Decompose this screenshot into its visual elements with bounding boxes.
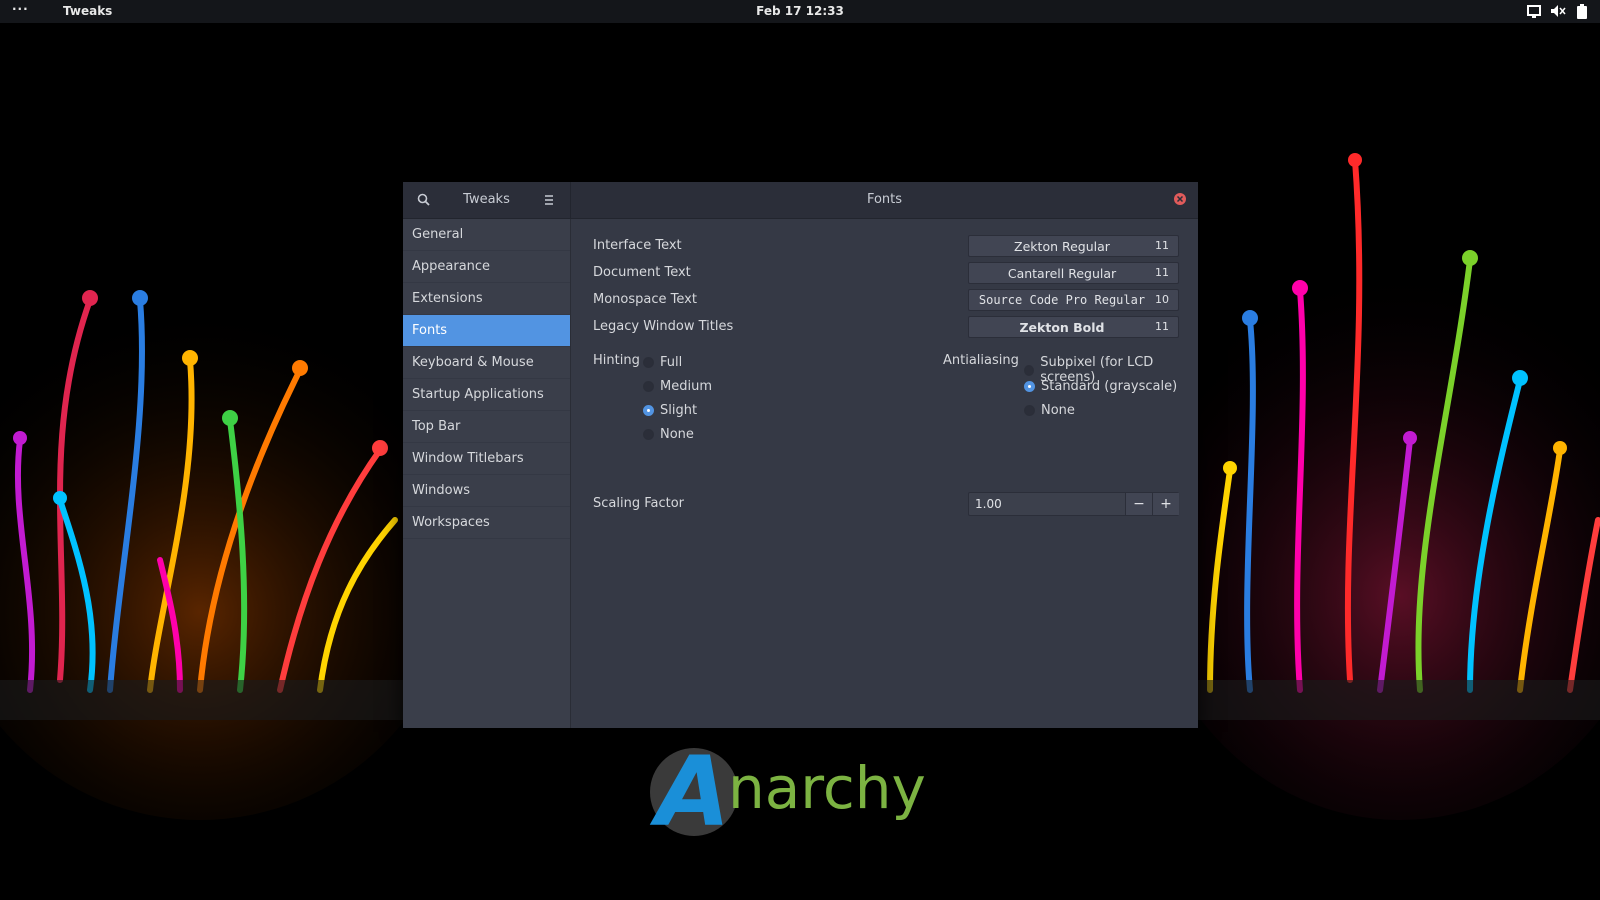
legacy-font-name: Zekton Bold <box>1019 320 1105 335</box>
volume-muted-icon[interactable] <box>1550 3 1566 19</box>
legacy-font-size: 11 <box>1155 320 1169 333</box>
antialiasing-option-label: Standard (grayscale) <box>1041 379 1178 394</box>
panel-title-container: Fonts <box>571 192 1198 207</box>
sidebar-item-extensions[interactable]: Extensions <box>403 283 570 315</box>
monospace-font-name: Source Code Pro Regular <box>978 293 1146 307</box>
app-menu[interactable]: Tweaks <box>63 4 112 18</box>
monospace-font-button[interactable]: Source Code Pro Regular 10 <box>968 289 1179 311</box>
hinting-option-label: Full <box>660 355 683 370</box>
logo-prefix: A <box>649 736 730 848</box>
legacy-window-titles-label: Legacy Window Titles <box>593 319 734 334</box>
system-tray <box>1526 3 1590 19</box>
monospace-text-label: Monospace Text <box>593 292 697 307</box>
monospace-font-size: 10 <box>1155 293 1169 306</box>
hinting-option-label: None <box>660 427 694 442</box>
panel-title: Fonts <box>866 192 903 207</box>
sidebar-item-keyboard-mouse[interactable]: Keyboard & Mouse <box>403 347 570 379</box>
scaling-factor-input[interactable] <box>969 493 1125 515</box>
document-font-button[interactable]: Cantarell Regular 11 <box>968 262 1179 284</box>
hinting-option-label: Slight <box>660 403 698 418</box>
tweaks-window: Tweaks Fonts General Appearance Extensio… <box>403 182 1198 728</box>
activities-button[interactable]: ··· <box>12 2 29 16</box>
legacy-font-button[interactable]: Zekton Bold 11 <box>968 316 1179 338</box>
sidebar-item-fonts[interactable]: Fonts <box>403 315 570 347</box>
antialiasing-option-standard[interactable]: Standard (grayscale) <box>1024 379 1177 394</box>
close-icon <box>1176 195 1184 203</box>
screen-icon[interactable] <box>1526 3 1542 19</box>
antialiasing-option-label: None <box>1041 403 1075 418</box>
hinting-option-label: Medium <box>660 379 712 394</box>
hinting-label: Hinting <box>593 353 640 368</box>
decrement-button[interactable]: − <box>1125 493 1152 515</box>
scaling-factor-spinbutton: − + <box>968 492 1179 516</box>
sidebar-item-startup-applications[interactable]: Startup Applications <box>403 379 570 411</box>
interface-font-button[interactable]: Zekton Regular 11 <box>968 235 1179 257</box>
radio-button[interactable] <box>1024 364 1035 376</box>
fonts-panel: Interface Text Zekton Regular 11 Documen… <box>571 219 1198 728</box>
sidebar-title: Tweaks <box>463 192 510 207</box>
interface-text-label: Interface Text <box>593 238 682 253</box>
hinting-option-slight[interactable]: Slight <box>643 403 697 418</box>
close-button[interactable] <box>1174 193 1186 205</box>
radio-button[interactable] <box>643 381 654 392</box>
hinting-option-none[interactable]: None <box>643 427 694 442</box>
radio-button-checked[interactable] <box>1024 381 1035 392</box>
battery-icon[interactable] <box>1574 3 1590 19</box>
clock[interactable]: Feb 17 12:33 <box>756 4 844 18</box>
radio-button-checked[interactable] <box>643 405 654 416</box>
search-icon[interactable] <box>415 191 433 209</box>
sidebar-item-top-bar[interactable]: Top Bar <box>403 411 570 443</box>
sidebar-item-window-titlebars[interactable]: Window Titlebars <box>403 443 570 475</box>
radio-button[interactable] <box>643 429 654 440</box>
antialiasing-label: Antialiasing <box>943 353 1019 368</box>
document-font-size: 11 <box>1155 266 1169 279</box>
hinting-option-full[interactable]: Full <box>643 355 682 370</box>
sidebar-item-windows[interactable]: Windows <box>403 475 570 507</box>
document-font-name: Cantarell Regular <box>1007 266 1117 281</box>
anarchy-logo: A narchy <box>649 736 926 848</box>
sidebar-header: Tweaks <box>403 182 571 218</box>
radio-button[interactable] <box>643 357 654 368</box>
hamburger-menu-icon[interactable] <box>540 191 558 209</box>
clock-container: Feb 17 12:33 <box>0 4 1600 18</box>
radio-button[interactable] <box>1024 405 1035 416</box>
header-bar: Tweaks Fonts <box>403 182 1198 219</box>
hinting-option-medium[interactable]: Medium <box>643 379 712 394</box>
interface-font-name: Zekton Regular <box>1014 239 1110 254</box>
sidebar-item-appearance[interactable]: Appearance <box>403 251 570 283</box>
logo-suffix: narchy <box>728 754 926 822</box>
sidebar: General Appearance Extensions Fonts Keyb… <box>403 219 571 728</box>
increment-button[interactable]: + <box>1152 493 1179 515</box>
interface-font-size: 11 <box>1155 239 1169 252</box>
antialiasing-option-none[interactable]: None <box>1024 403 1075 418</box>
scaling-factor-label: Scaling Factor <box>593 496 685 511</box>
sidebar-item-general[interactable]: General <box>403 219 570 251</box>
sidebar-item-workspaces[interactable]: Workspaces <box>403 507 570 539</box>
document-text-label: Document Text <box>593 265 691 280</box>
top-bar: ··· Tweaks Feb 17 12:33 <box>0 0 1600 23</box>
